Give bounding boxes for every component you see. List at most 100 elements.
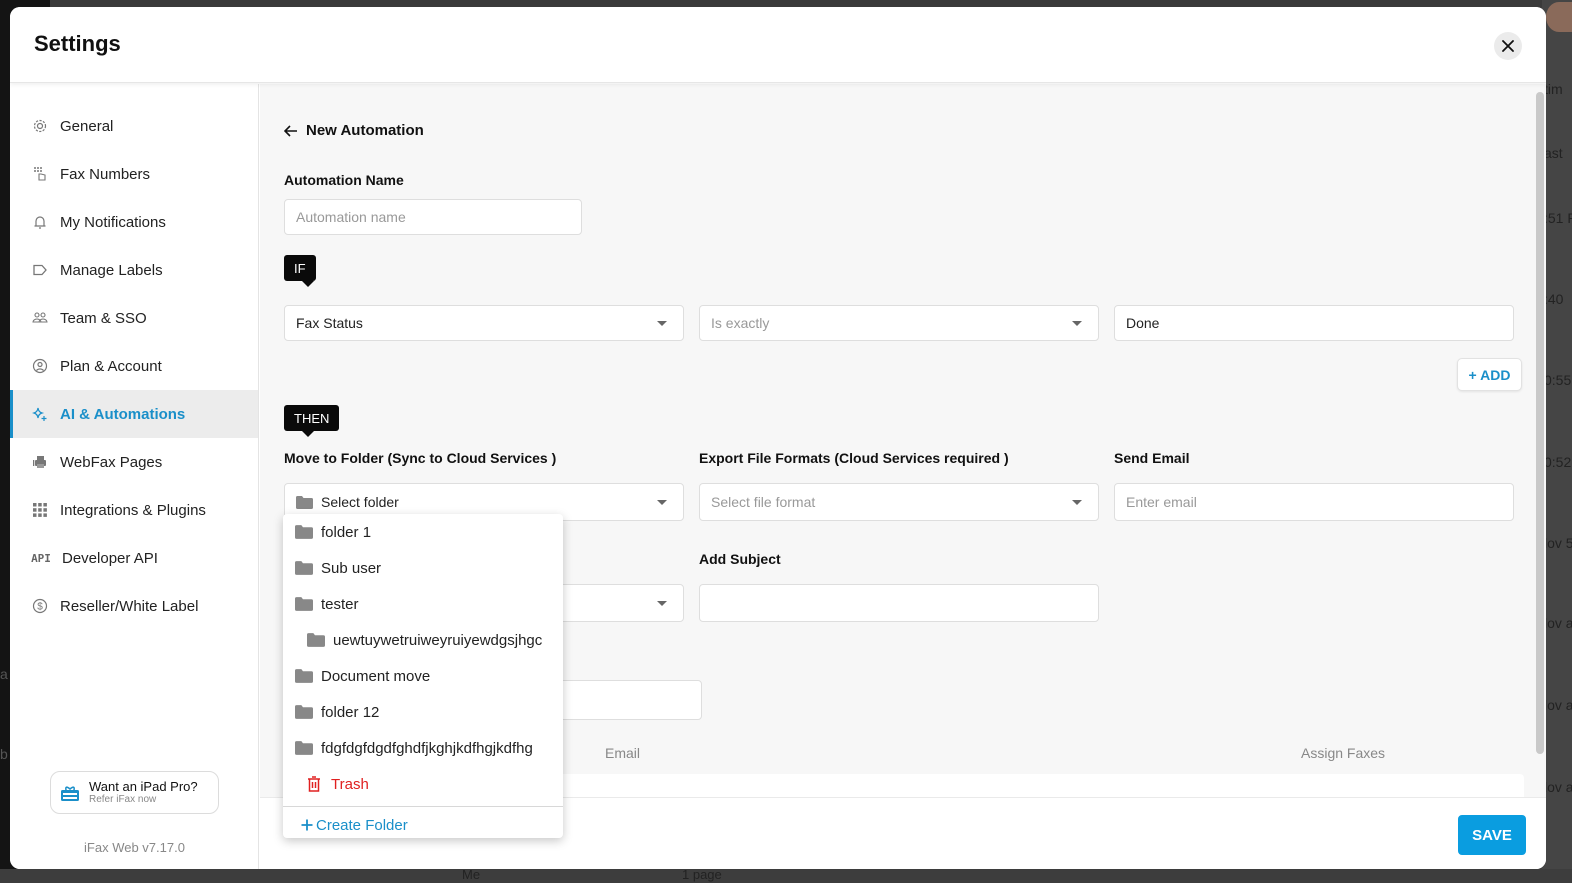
grid-icon bbox=[32, 502, 48, 518]
modal-title: Settings bbox=[34, 31, 121, 56]
label-icon bbox=[32, 262, 48, 278]
folder-icon bbox=[295, 741, 313, 755]
create-folder-label: Create Folder bbox=[316, 816, 408, 834]
caret-down-icon bbox=[1072, 500, 1082, 505]
automation-name-input[interactable]: Automation name bbox=[284, 199, 582, 235]
sidebar-item-label: WebFax Pages bbox=[60, 453, 163, 471]
automation-name-label: Automation Name bbox=[284, 172, 404, 188]
move-to-folder-label: Move to Folder (Sync to Cloud Services ) bbox=[284, 450, 557, 466]
folder-icon bbox=[296, 495, 313, 509]
folder-icon bbox=[295, 561, 313, 575]
folder-dropdown-menu: folder 1 Sub user tester uewtuywetruiwey… bbox=[283, 514, 563, 838]
condition-operator-select[interactable]: Is exactly bbox=[699, 305, 1099, 341]
folder-option-label: fdgfdgfdgdfghdfjkghjkdfhgjkdfhg bbox=[321, 739, 533, 757]
back-button[interactable]: New Automation bbox=[284, 122, 424, 139]
team-icon bbox=[32, 310, 48, 326]
condition-value-input[interactable]: Done bbox=[1114, 305, 1514, 341]
svg-text:$: $ bbox=[37, 602, 43, 613]
caret-down-icon bbox=[657, 601, 667, 606]
folder-option[interactable]: folder 12 bbox=[283, 694, 563, 730]
trash-icon bbox=[308, 776, 320, 792]
background-text: lov 5 bbox=[1544, 535, 1572, 551]
export-formats-label: Export File Formats (Cloud Services requ… bbox=[699, 450, 1009, 466]
bell-icon bbox=[32, 214, 48, 230]
background-text: 0:55 bbox=[1544, 372, 1572, 388]
folder-option[interactable]: fdgfdgfdgdfghdfjkghjkdfhgjkdfhg bbox=[283, 730, 563, 766]
add-subject-label: Add Subject bbox=[699, 551, 781, 567]
then-badge: THEN bbox=[284, 405, 340, 437]
folder-option[interactable]: folder 1 bbox=[283, 514, 563, 550]
arrow-left-icon bbox=[284, 124, 297, 137]
folder-option-label: uewtuywetruiweyruiyewdgsjhgc bbox=[333, 631, 543, 649]
background-bottom: Me 1 page bbox=[0, 867, 1572, 883]
dollar-icon: $ bbox=[32, 598, 48, 614]
refer-promo-card[interactable]: Want an iPad Pro? Refer iFax now bbox=[50, 771, 219, 814]
sparkle-icon bbox=[32, 406, 48, 422]
promo-title: Want an iPad Pro? bbox=[89, 779, 198, 794]
sidebar-item-my-notifications[interactable]: My Notifications bbox=[10, 198, 258, 246]
send-email-input[interactable]: Enter email bbox=[1114, 483, 1514, 521]
background-text: Me bbox=[462, 867, 481, 882]
sidebar-item-ai-automations[interactable]: AI & Automations bbox=[10, 390, 258, 438]
sidebar-item-label: Integrations & Plugins bbox=[60, 501, 206, 519]
folder-icon bbox=[295, 669, 313, 683]
condition-field-select[interactable]: Fax Status bbox=[284, 305, 684, 341]
folder-option-label: Document move bbox=[321, 667, 431, 685]
sidebar-item-integrations-plugins[interactable]: Integrations & Plugins bbox=[10, 486, 258, 534]
settings-modal: Settings General Fax Numbers My Notifica… bbox=[10, 7, 1546, 869]
background-text: lov a bbox=[1544, 697, 1572, 713]
background-text: b bbox=[0, 746, 8, 762]
background-text: lov a bbox=[1544, 615, 1572, 631]
sidebar-item-reseller-white-label[interactable]: $ Reseller/White Label bbox=[10, 582, 258, 630]
sidebar-item-label: General bbox=[60, 117, 114, 135]
sidebar-item-fax-numbers[interactable]: Fax Numbers bbox=[10, 150, 258, 198]
background-right-pane: tim ast :51 P :40 0:55 0:52 lov 5 lov a … bbox=[1542, 0, 1572, 883]
sidebar-item-developer-api[interactable]: API Developer API bbox=[10, 534, 258, 582]
sidebar-item-label: Developer API bbox=[62, 549, 158, 567]
file-format-select[interactable]: Select file format bbox=[699, 483, 1099, 521]
sidebar-item-general[interactable]: General bbox=[10, 102, 258, 150]
gift-icon bbox=[61, 785, 79, 801]
scrollbar[interactable] bbox=[1536, 92, 1544, 754]
subfolder-option[interactable]: uewtuywetruiweyruiyewdgsjhgc bbox=[283, 622, 563, 658]
background-text: a bbox=[0, 666, 8, 682]
add-subject-input[interactable] bbox=[699, 584, 1099, 622]
app-version: iFax Web v7.17.0 bbox=[84, 840, 185, 855]
close-button[interactable] bbox=[1494, 32, 1522, 60]
sidebar-item-label: My Notifications bbox=[60, 213, 166, 231]
caret-down-icon bbox=[1072, 321, 1082, 326]
background-text: lov a bbox=[1544, 779, 1572, 795]
caret-down-icon bbox=[657, 321, 667, 326]
sidebar-item-manage-labels[interactable]: Manage Labels bbox=[10, 246, 258, 294]
if-badge: IF bbox=[284, 255, 316, 287]
folder-select-placeholder: Select folder bbox=[321, 494, 399, 510]
background-text: :51 P bbox=[1544, 210, 1572, 226]
sidebar-item-label: Reseller/White Label bbox=[60, 597, 199, 615]
printer-icon bbox=[32, 454, 48, 470]
folder-option[interactable]: Document move bbox=[283, 658, 563, 694]
folder-option[interactable]: Sub user bbox=[283, 550, 563, 586]
dial-pad-icon bbox=[32, 166, 48, 182]
condition-field-value: Fax Status bbox=[296, 315, 363, 331]
sidebar-item-plan-account[interactable]: Plan & Account bbox=[10, 342, 258, 390]
file-format-placeholder: Select file format bbox=[711, 494, 816, 510]
user-circle-icon bbox=[32, 358, 48, 374]
trash-option[interactable]: Trash bbox=[283, 766, 563, 802]
sidebar-item-label: Team & SSO bbox=[60, 309, 147, 327]
sidebar-item-webfax-pages[interactable]: WebFax Pages bbox=[10, 438, 258, 486]
avatar bbox=[1546, 2, 1572, 32]
condition-operator-placeholder: Is exactly bbox=[711, 315, 770, 331]
sidebar-item-team-sso[interactable]: Team & SSO bbox=[10, 294, 258, 342]
gear-icon bbox=[32, 118, 48, 134]
trash-label: Trash bbox=[331, 775, 369, 793]
create-folder-button[interactable]: Create Folder bbox=[283, 807, 563, 838]
add-condition-button[interactable]: + ADD bbox=[1457, 358, 1522, 391]
background-text: :40 bbox=[1544, 291, 1564, 307]
background-text: tim bbox=[1544, 81, 1563, 97]
background-text: 1 page bbox=[682, 867, 722, 882]
plus-icon bbox=[301, 819, 313, 831]
save-button[interactable]: SAVE bbox=[1458, 815, 1526, 855]
folder-icon bbox=[295, 705, 313, 719]
sidebar-item-label: Plan & Account bbox=[60, 357, 162, 375]
folder-option[interactable]: tester bbox=[283, 586, 563, 622]
